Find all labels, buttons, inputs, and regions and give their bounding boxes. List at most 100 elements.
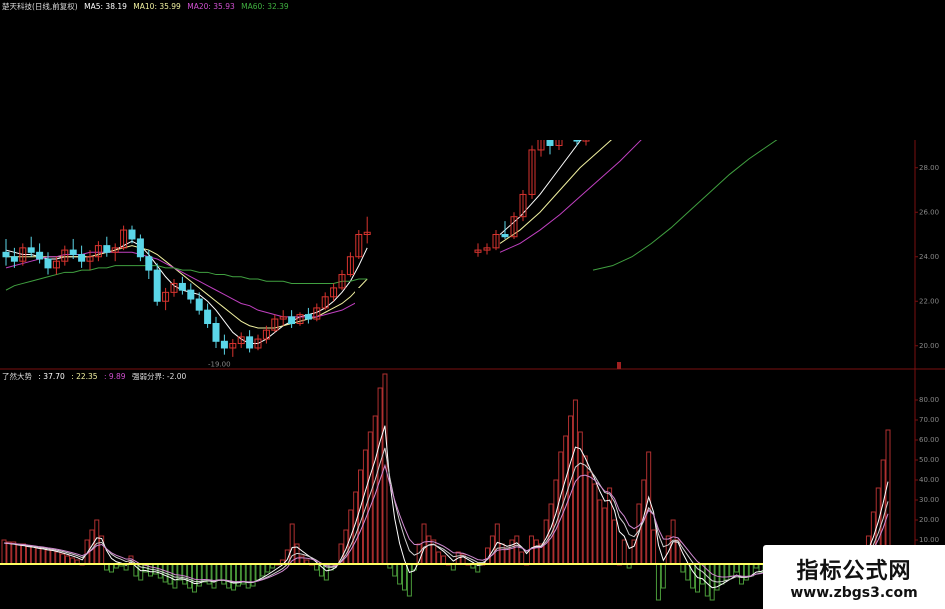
oscillator-lines	[0, 425, 889, 589]
osc-bar-up	[11, 541, 17, 565]
osc-tick-label: 10.00	[919, 536, 939, 544]
osc-bar-up	[509, 539, 515, 565]
osc-bar-up	[533, 539, 539, 565]
candle-down	[78, 254, 86, 262]
ma-line-ma20	[5, 251, 368, 318]
osc-bar-down	[729, 563, 735, 577]
price-tick-label: 24.00	[919, 253, 939, 261]
osc-bar-up	[621, 539, 627, 565]
osc-bar-down	[680, 563, 686, 573]
candle-down	[195, 298, 203, 311]
osc-bar-down	[265, 563, 271, 573]
candle-down	[103, 245, 111, 253]
osc-bar-up	[514, 535, 520, 565]
candle-down	[128, 229, 136, 240]
candle-down	[304, 314, 312, 320]
candle-down	[27, 247, 35, 253]
indicator-value-3: : 9.89	[103, 372, 126, 381]
osc-bar-up	[597, 499, 603, 565]
osc-bar-up	[607, 487, 613, 565]
watermark-title: 指标公式网	[796, 559, 912, 584]
candle-down	[10, 256, 18, 262]
osc-bar-down	[182, 563, 188, 585]
osc-bar-up	[99, 535, 105, 565]
osc-bar-up	[441, 555, 447, 565]
osc-bar-down	[191, 563, 197, 593]
osc-bar-up	[489, 535, 495, 565]
osc-bar-down	[231, 563, 237, 591]
osc-bar-up	[431, 539, 437, 565]
osc-bar-up	[592, 483, 598, 565]
osc-bar-down	[148, 563, 154, 577]
candle-down	[136, 238, 144, 258]
osc-tick-label: 70.00	[919, 416, 939, 424]
osc-bar-up	[436, 551, 442, 565]
ma20-value: MA20: 35.93	[187, 2, 235, 11]
osc-bar-up	[426, 535, 432, 565]
ma10-value: MA10: 35.99	[133, 2, 181, 11]
osc-bar-down	[690, 563, 696, 589]
stock-title: 楚天科技(日线,前复权)	[2, 2, 78, 11]
candle-down	[69, 249, 77, 256]
osc-bar-up	[582, 455, 588, 565]
osc-tick-label: 60.00	[919, 436, 939, 444]
candle-down	[288, 316, 296, 325]
osc-bar-up	[611, 519, 617, 565]
price-header: 楚天科技(日线,前复权) MA5: 38.19 MA10: 35.99 MA20…	[2, 1, 293, 12]
candle-down	[36, 251, 44, 260]
indicator-threshold: 强弱分界: -2.00	[131, 372, 187, 381]
osc-bar-up	[60, 553, 66, 565]
mask-center	[355, 288, 595, 358]
osc-bar-down	[724, 563, 730, 581]
osc-bar-down	[216, 563, 222, 581]
osc-bar-down	[260, 563, 266, 577]
osc-bar-down	[211, 563, 217, 589]
small-marker	[617, 362, 621, 369]
osc-bar-up	[35, 547, 41, 565]
masked-region	[355, 0, 945, 369]
indicator-name: 了然大势	[2, 372, 32, 381]
osc-bar-down	[709, 563, 715, 601]
osc-bar-up	[40, 547, 46, 565]
osc-bar-up	[499, 543, 505, 565]
candle-down	[145, 256, 153, 271]
osc-tick-label: 50.00	[919, 456, 939, 464]
candle-down	[178, 282, 186, 291]
osc-bar-up	[519, 551, 525, 565]
osc-bar-up	[94, 519, 100, 565]
osc-bar-down	[734, 563, 740, 573]
candle-down	[246, 336, 254, 349]
osc-bar-up	[30, 545, 36, 565]
osc-bar-down	[685, 563, 691, 581]
osc-bar-down	[738, 563, 744, 585]
osc-bar-up	[6, 541, 12, 565]
osc-tick-label: 30.00	[919, 496, 939, 504]
osc-tick-label: 80.00	[919, 396, 939, 404]
osc-bar-down	[655, 563, 661, 601]
osc-bar-up	[651, 529, 657, 565]
osc-bar-down	[660, 563, 666, 589]
candle-down	[2, 251, 10, 258]
price-tick-label: 20.00	[919, 342, 939, 350]
osc-bar-up	[16, 543, 22, 565]
osc-bar-up	[885, 429, 891, 565]
osc-tick-label: 40.00	[919, 476, 939, 484]
price-tick-label: 28.00	[919, 164, 939, 172]
candle-down	[44, 258, 52, 269]
osc-tick-label: 20.00	[919, 516, 939, 524]
ma5-value: MA5: 38.19	[84, 2, 127, 11]
osc-bar-up	[504, 547, 510, 565]
ma60-value: MA60: 32.39	[241, 2, 289, 11]
osc-bar-up	[55, 551, 61, 565]
osc-bar-up	[553, 479, 559, 565]
osc-bar-up	[558, 451, 564, 565]
candle-down	[212, 323, 220, 342]
osc-bar-down	[187, 563, 193, 589]
stock-chart: 34.0032.0030.0028.0026.0024.0022.0020.00…	[0, 0, 945, 609]
indicator-value-2: : 22.35	[71, 372, 98, 381]
watermark: 指标公式网 www.zbgs3.com	[763, 545, 945, 609]
candle-down	[220, 340, 228, 349]
osc-bar-up	[299, 555, 305, 565]
candle-down	[187, 289, 195, 300]
osc-bar-up	[64, 555, 70, 565]
